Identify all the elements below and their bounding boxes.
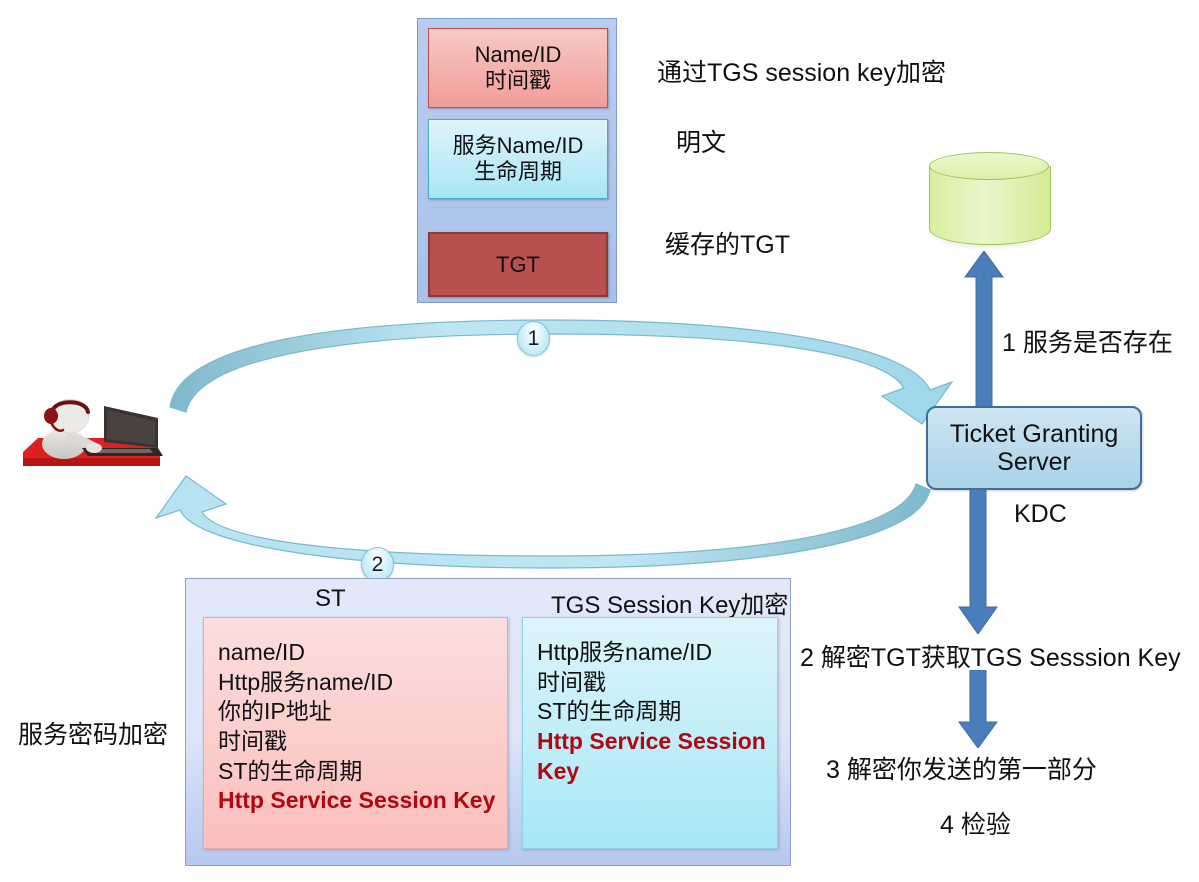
kerberos-tgs-diagram: Name/ID 时间戳 服务Name/ID 生命周期 TGT 通过TGS ses…	[0, 0, 1199, 882]
annotation-plaintext: 明文	[676, 129, 727, 157]
packet-tgt-label: TGT	[496, 251, 540, 277]
arrow-down-step-2-to-3	[957, 670, 999, 748]
tgs-title-line1: Ticket Granting	[949, 419, 1119, 448]
tgs-request-packet: Name/ID 时间戳 服务Name/ID 生命周期 TGT	[417, 18, 617, 303]
annotation-cached-tgt: 缓存的TGT	[665, 231, 790, 259]
packet-service-line1: 服务Name/ID	[452, 133, 584, 159]
packet-name-id-line1: Name/ID	[474, 42, 562, 68]
kdc-label: KDC	[1014, 500, 1067, 528]
tgs-title-line2: Server	[997, 448, 1071, 476]
user-at-laptop-illustration	[18, 398, 163, 478]
service-password-encryption-label: 服务密码加密	[18, 721, 169, 749]
step-label-2: 2 解密TGT获取TGS Sesssion Key	[800, 644, 1181, 672]
tgs-session-key-section-title: TGS Session Key加密	[551, 592, 789, 619]
packet-name-id-line2: 时间戳	[484, 68, 551, 93]
tgs-line-1: Http服务name/ID	[537, 639, 713, 665]
step-label-1: 1 服务是否存在	[1002, 329, 1173, 357]
st-content-box: name/ID Http服务name/ID 你的IP地址 时间戳 ST的生命周期…	[203, 617, 508, 849]
ticket-granting-server-box[interactable]: Ticket Granting Server	[926, 406, 1142, 490]
st-section-title: ST	[315, 585, 346, 612]
tgs-session-key-content-box: Http服务name/ID 时间戳 ST的生命周期 Http Service S…	[522, 617, 778, 849]
arrow-down-step-1-to-2	[957, 489, 999, 634]
packet-service-line2: 生命周期	[473, 159, 562, 184]
step-badge-1: 1	[517, 321, 550, 356]
st-line-1: name/ID	[218, 639, 305, 665]
packet-cell-service: 服务Name/ID 生命周期	[428, 119, 608, 199]
step-label-4: 4 检验	[940, 811, 1011, 839]
st-highlight-session-key: Http Service Session Key	[218, 787, 496, 814]
annotation-tgs-session-key-encrypted: 通过TGS session key加密	[657, 59, 946, 87]
st-line-4: 时间戳	[218, 727, 287, 754]
st-line-2: Http服务name/ID	[218, 668, 394, 695]
database-cylinder-icon	[929, 152, 1051, 252]
tgs-line-3: ST的生命周期	[537, 698, 682, 725]
tgs-line-2: 时间戳	[537, 668, 606, 695]
database-top-ellipse	[929, 152, 1049, 180]
arrow-up-to-database	[963, 251, 1005, 407]
circular-exchange-arrows	[140, 312, 960, 587]
tgs-highlight-session-key: Http Service Session Key	[537, 727, 766, 784]
packet-cell-name-id: Name/ID 时间戳	[428, 28, 608, 108]
st-line-5: ST的生命周期	[218, 757, 363, 784]
packet-cell-tgt: TGT	[428, 232, 608, 297]
step-label-3: 3 解密你发送的第一部分	[826, 756, 1097, 784]
st-line-3: 你的IP地址	[218, 698, 332, 725]
step-badge-2: 2	[361, 547, 394, 582]
